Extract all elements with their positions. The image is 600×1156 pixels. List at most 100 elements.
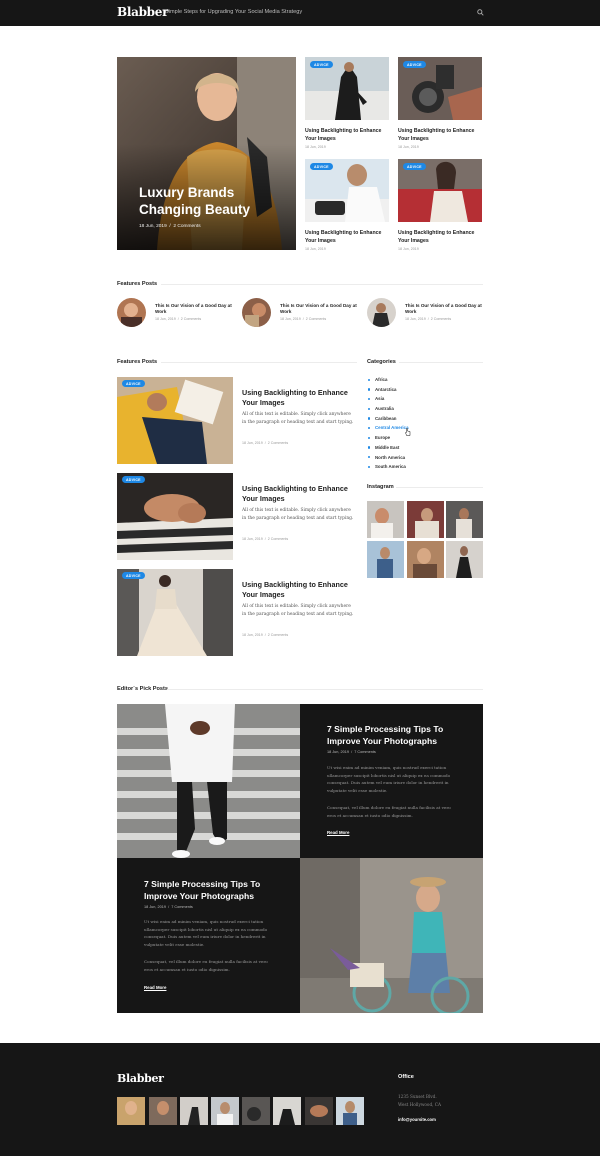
post-comments[interactable]: 7 Comments xyxy=(171,905,193,909)
category-tag[interactable]: ADVICE xyxy=(310,163,333,170)
footer-photo[interactable] xyxy=(211,1097,239,1125)
divider xyxy=(396,487,483,488)
category-item[interactable]: Antarctica xyxy=(367,385,483,395)
instagram-photo[interactable] xyxy=(406,501,444,538)
post-comments[interactable]: 2 Comments xyxy=(268,633,288,637)
post-title[interactable]: Using Backlighting to Enhance Your Image… xyxy=(242,388,357,407)
footer-photo[interactable] xyxy=(336,1097,364,1125)
post-date: 18 Jun, 2019 xyxy=(155,317,176,321)
footer-photo[interactable] xyxy=(242,1097,270,1125)
post-title[interactable]: Using Backlighting to Enhance Your Image… xyxy=(398,230,482,245)
post-comments[interactable]: 2 Comments xyxy=(431,317,451,321)
post-title[interactable]: Using Backlighting to Enhance Your Image… xyxy=(242,484,357,503)
editors-pick-image[interactable] xyxy=(117,704,300,858)
site-tagline: Simple Steps for Upgrading Your Social M… xyxy=(165,9,303,15)
search-icon[interactable] xyxy=(477,9,484,16)
post-excerpt: All of this text is editable. Simply cli… xyxy=(242,604,354,617)
instagram-photo[interactable] xyxy=(446,501,483,538)
address-line: West Hollywood, CA xyxy=(398,1102,442,1107)
post-comments[interactable]: 7 Comments xyxy=(354,750,376,754)
category-item[interactable]: Australia xyxy=(367,404,483,414)
post-avatar[interactable] xyxy=(242,298,271,327)
instagram-photo[interactable] xyxy=(367,540,404,578)
footer-email[interactable]: info@yoursite.com xyxy=(398,1117,436,1122)
featured-strip-item[interactable]: This Is Our Vision of a Good Day at Work… xyxy=(367,298,482,330)
instagram-photo[interactable] xyxy=(367,501,404,538)
post-avatar[interactable] xyxy=(367,298,396,327)
category-tag[interactable]: ADVICE xyxy=(403,163,426,170)
featured-strip-item[interactable]: This Is Our Vision of a Good Day at Work… xyxy=(242,298,357,330)
editors-pick-meta: 18 Jun, 2019 / 7 Comments xyxy=(144,905,193,909)
post-avatar[interactable] xyxy=(117,298,146,327)
category-item[interactable]: Europe xyxy=(367,433,483,443)
feature-post[interactable]: ADVICE Using Backlighting to Enhance You… xyxy=(117,473,357,560)
features-strip-heading: Features Posts xyxy=(117,281,158,287)
instagram-photo[interactable] xyxy=(446,540,483,578)
category-item[interactable]: Asia xyxy=(367,394,483,404)
divider xyxy=(399,362,483,363)
post-meta: 18 Jun, 2019 / 2 Comments xyxy=(242,633,289,637)
post-comments[interactable]: 2 Comments xyxy=(306,317,326,321)
category-tag[interactable]: ADVICE xyxy=(122,572,145,579)
post-comments[interactable]: 2 Comments xyxy=(268,537,288,541)
post-meta: 18 Jun, 2019 / 2 Comments xyxy=(242,537,289,541)
post-date: 18 Jun, 2019 xyxy=(327,750,349,754)
category-tag[interactable]: ADVICE xyxy=(122,476,145,483)
category-item[interactable]: South America xyxy=(367,462,483,472)
post-title[interactable]: Using Backlighting to Enhance Your Image… xyxy=(242,580,357,599)
footer-photo[interactable] xyxy=(180,1097,208,1125)
post-meta: 18 Jun, 2019 / 2 Comments xyxy=(155,317,202,321)
hero-comments[interactable]: 2 Comments xyxy=(173,224,200,229)
category-tag[interactable]: ADVICE xyxy=(122,380,145,387)
post-thumbnail[interactable] xyxy=(117,377,233,464)
footer-logo[interactable]: Blabber xyxy=(117,1072,164,1085)
post-title[interactable]: This Is Our Vision of a Good Day at Work xyxy=(280,303,360,316)
post-date: 18 Jun, 2019 xyxy=(280,317,301,321)
post-comments[interactable]: 2 Comments xyxy=(268,441,288,445)
footer-photo[interactable] xyxy=(149,1097,177,1125)
category-tag[interactable]: ADVICE xyxy=(403,61,426,68)
category-item[interactable]: North America xyxy=(367,453,483,463)
read-more-link[interactable]: Read More xyxy=(327,830,349,835)
footer-photo[interactable] xyxy=(305,1097,333,1125)
category-item[interactable]: Africa xyxy=(367,375,483,385)
hero-featured-image[interactable] xyxy=(117,57,296,250)
post-meta: 18 Jun, 2019 / 2 Comments xyxy=(280,317,327,321)
category-tag[interactable]: ADVICE xyxy=(310,61,333,68)
post-thumbnail[interactable] xyxy=(117,569,233,656)
post-title[interactable]: This Is Our Vision of a Good Day at Work xyxy=(155,303,235,316)
footer-photo[interactable] xyxy=(117,1097,145,1125)
feature-post[interactable]: ADVICE Using Backlighting to Enhance You… xyxy=(117,377,357,464)
featured-strip-item[interactable]: This Is Our Vision of a Good Day at Work… xyxy=(117,298,232,330)
hero-title[interactable]: Luxury Brands Changing Beauty xyxy=(139,184,289,218)
divider xyxy=(161,284,483,285)
post-date: 18 Jun, 2019 xyxy=(305,145,326,149)
post-title[interactable]: Using Backlighting to Enhance Your Image… xyxy=(305,128,389,143)
site-logo[interactable]: Blabber xyxy=(117,5,168,19)
instagram-grid xyxy=(367,501,483,578)
category-item[interactable]: Central America xyxy=(367,423,483,433)
post-title[interactable]: This Is Our Vision of a Good Day at Work xyxy=(405,303,485,316)
post-title[interactable]: Using Backlighting to Enhance Your Image… xyxy=(305,230,389,245)
editors-pick-heading: Editor`s Pick Posts xyxy=(117,686,168,692)
footer-photo[interactable] xyxy=(273,1097,301,1125)
editors-pick-image[interactable] xyxy=(300,858,483,1013)
feature-posts-heading: Features Posts xyxy=(117,359,158,365)
category-item[interactable]: Middle East xyxy=(367,443,483,453)
editors-pick-title[interactable]: 7 Simple Processing Tips To Improve Your… xyxy=(144,878,284,902)
category-item[interactable]: Caribbean xyxy=(367,414,483,424)
feature-post[interactable]: ADVICE Using Backlighting to Enhance You… xyxy=(117,569,357,656)
footer-address: 1235 Sunset Blvd. West Hollywood, CA xyxy=(398,1093,478,1109)
editors-pick-meta: 18 Jun, 2019 / 7 Comments xyxy=(327,750,376,754)
read-more-link[interactable]: Read More xyxy=(144,985,166,990)
post-date: 18 Jun, 2019 xyxy=(398,145,419,149)
post-excerpt: All of this text is editable. Simply cli… xyxy=(242,412,354,425)
post-title[interactable]: Using Backlighting to Enhance Your Image… xyxy=(398,128,482,143)
instagram-photo[interactable] xyxy=(406,540,444,578)
post-comments[interactable]: 2 Comments xyxy=(181,317,201,321)
top-bar: Blabber Simple Steps for Upgrading Your … xyxy=(0,0,600,26)
post-thumbnail[interactable] xyxy=(117,473,233,560)
editors-pick-paragraph: Ut wisi enim ad minim veniam, quis nostr… xyxy=(144,919,268,947)
hand-cursor-icon xyxy=(405,428,411,436)
editors-pick-title[interactable]: 7 Simple Processing Tips To Improve Your… xyxy=(327,723,467,747)
